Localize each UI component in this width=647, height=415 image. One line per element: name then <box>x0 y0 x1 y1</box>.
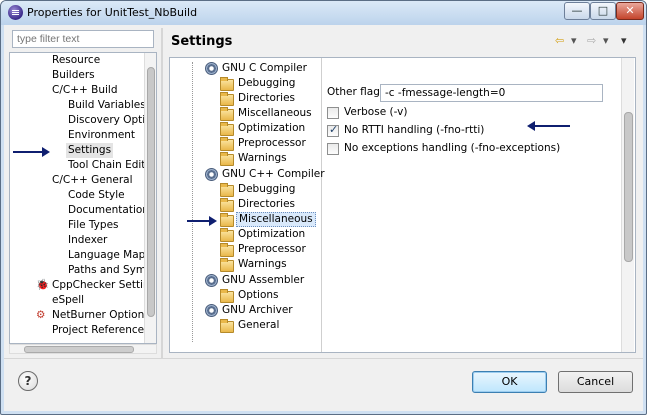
nav-item-espell[interactable]: eSpell <box>52 293 84 308</box>
tree-item-cpp-directories[interactable]: Directories <box>238 197 295 212</box>
folder-icon <box>220 122 234 136</box>
folder-icon <box>220 213 234 227</box>
folder-icon <box>220 243 234 257</box>
annotation-arrow-icon <box>527 121 570 131</box>
folder-icon <box>220 198 234 212</box>
tree-item-c-warnings[interactable]: Warnings <box>238 151 287 166</box>
folder-icon <box>220 258 234 272</box>
tree-item-c-miscellaneous[interactable]: Miscellaneous <box>238 106 312 121</box>
scrollbar-thumb[interactable] <box>24 346 134 353</box>
tree-item-c-optimization[interactable]: Optimization <box>238 121 305 136</box>
nav-vertical-scrollbar[interactable] <box>144 53 156 343</box>
nav-item-environment[interactable]: Environment <box>68 128 135 143</box>
cancel-button[interactable]: Cancel <box>558 371 633 393</box>
nav-item-discovery-options[interactable]: Discovery Optior <box>68 113 156 128</box>
tree-tool-gnu-archiver[interactable]: GNU Archiver <box>222 303 293 318</box>
other-flags-label: Other flags <box>327 86 386 98</box>
nav-item-settings[interactable]: Settings <box>66 143 114 158</box>
help-button[interactable]: ? <box>18 371 38 391</box>
tree-item-cpp-debugging[interactable]: Debugging <box>238 182 295 197</box>
folder-icon <box>220 228 234 242</box>
tool-settings-tree: GNU C Compiler Debugging Directories Mis… <box>170 58 325 352</box>
close-button[interactable]: ✕ <box>616 2 644 20</box>
other-flags-input[interactable] <box>380 84 603 102</box>
nav-item-indexer[interactable]: Indexer <box>68 233 107 248</box>
back-arrow-icon[interactable]: ⇦ <box>555 34 564 47</box>
folder-icon <box>220 289 234 303</box>
tool-gear-icon <box>205 62 218 75</box>
tree-tool-gnu-cpp-compiler[interactable]: GNU C++ Compiler <box>222 167 325 182</box>
nav-item-cpp-build[interactable]: C/C++ Build <box>52 83 118 98</box>
folder-icon <box>220 92 234 106</box>
ok-button[interactable]: OK <box>472 371 547 393</box>
annotation-arrow-icon <box>187 216 217 226</box>
tree-item-cpp-optimization[interactable]: Optimization <box>238 227 305 242</box>
nav-item-documentation[interactable]: Documentation <box>68 203 149 218</box>
dialog-body: Resource Builders C/C++ Build Build Vari… <box>4 25 643 411</box>
tree-item-cpp-preprocessor[interactable]: Preprocessor <box>238 242 306 257</box>
folder-icon <box>220 137 234 151</box>
verbose-checkbox[interactable] <box>327 107 339 119</box>
nav-item-cppchecker-settings[interactable]: CppChecker Setting <box>52 278 156 293</box>
forward-arrow-icon[interactable]: ⇨ <box>587 34 596 47</box>
tool-gear-icon <box>205 168 218 181</box>
view-menu-icon[interactable]: ▾ <box>621 34 627 47</box>
no-rtti-label: No RTTI handling (-fno-rtti) <box>344 124 485 136</box>
pane-splitter[interactable] <box>161 28 163 358</box>
nav-item-file-types[interactable]: File Types <box>68 218 119 233</box>
tree-tool-gnu-assembler[interactable]: GNU Assembler <box>222 273 304 288</box>
footer-separator <box>4 358 643 359</box>
tree-item-assembler-options[interactable]: Options <box>238 288 279 303</box>
no-exceptions-label: No exceptions handling (-fno-exceptions) <box>344 142 561 154</box>
no-rtti-checkbox[interactable] <box>327 123 339 137</box>
nav-item-language-mappings[interactable]: Language Mapp <box>68 248 152 263</box>
netburner-icon: ⚙ <box>36 309 46 321</box>
nav-item-netburner-options[interactable]: NetBurner Options <box>52 308 150 323</box>
properties-window: Properties for UnitTest_NbBuild — □ ✕ Re… <box>0 0 647 415</box>
page-title: Settings <box>171 34 233 49</box>
property-page-tree: Resource Builders C/C++ Build Build Vari… <box>9 52 157 344</box>
annotation-arrow-icon <box>13 147 50 157</box>
nav-item-project-references[interactable]: Project References <box>52 323 150 338</box>
verbose-label: Verbose (-v) <box>344 106 408 118</box>
tree-item-c-directories[interactable]: Directories <box>238 91 295 106</box>
settings-panel: GNU C Compiler Debugging Directories Mis… <box>169 57 636 353</box>
tool-gear-icon <box>205 274 218 287</box>
back-dropdown-icon[interactable]: ▾ <box>571 34 577 47</box>
tree-item-cpp-miscellaneous[interactable]: Miscellaneous <box>236 212 316 227</box>
eclipse-icon <box>8 5 23 20</box>
settings-vertical-scrollbar[interactable] <box>621 58 634 352</box>
folder-icon <box>220 77 234 91</box>
nav-item-tool-chain-editor[interactable]: Tool Chain Edito <box>68 158 152 173</box>
minimize-button[interactable]: — <box>564 2 590 20</box>
tree-item-cpp-warnings[interactable]: Warnings <box>238 257 287 272</box>
folder-icon <box>220 319 234 333</box>
nav-item-cpp-general[interactable]: C/C++ General <box>52 173 133 188</box>
nav-item-resource[interactable]: Resource <box>52 53 100 68</box>
scrollbar-thumb[interactable] <box>624 112 633 262</box>
tree-item-c-debugging[interactable]: Debugging <box>238 76 295 91</box>
bug-icon: 🐞 <box>36 279 50 291</box>
scrollbar-thumb[interactable] <box>147 67 155 317</box>
maximize-button[interactable]: □ <box>590 2 616 20</box>
page-navigation: ⇦ ▾ ⇨ ▾ ▾ <box>555 34 635 50</box>
window-title: Properties for UnitTest_NbBuild <box>27 6 198 19</box>
folder-icon <box>220 183 234 197</box>
folder-icon <box>220 107 234 121</box>
nav-item-code-style[interactable]: Code Style <box>68 188 125 203</box>
title-bar[interactable]: Properties for UnitTest_NbBuild — □ ✕ <box>1 1 646 25</box>
filter-input[interactable] <box>12 30 154 48</box>
forward-dropdown-icon[interactable]: ▾ <box>603 34 609 47</box>
tree-guide-line <box>192 62 193 342</box>
tree-tool-gnu-c-compiler[interactable]: GNU C Compiler <box>222 61 307 76</box>
folder-icon <box>220 152 234 166</box>
tree-item-archiver-general[interactable]: General <box>238 318 279 333</box>
tree-item-c-preprocessor[interactable]: Preprocessor <box>238 136 306 151</box>
no-exceptions-checkbox[interactable] <box>327 143 339 155</box>
tool-gear-icon <box>205 304 218 317</box>
nav-item-build-variables[interactable]: Build Variables <box>68 98 146 113</box>
page-header: Settings ⇦ ▾ ⇨ ▾ ▾ <box>167 31 637 53</box>
nav-horizontal-scrollbar[interactable] <box>9 344 157 354</box>
nav-item-builders[interactable]: Builders <box>52 68 95 83</box>
